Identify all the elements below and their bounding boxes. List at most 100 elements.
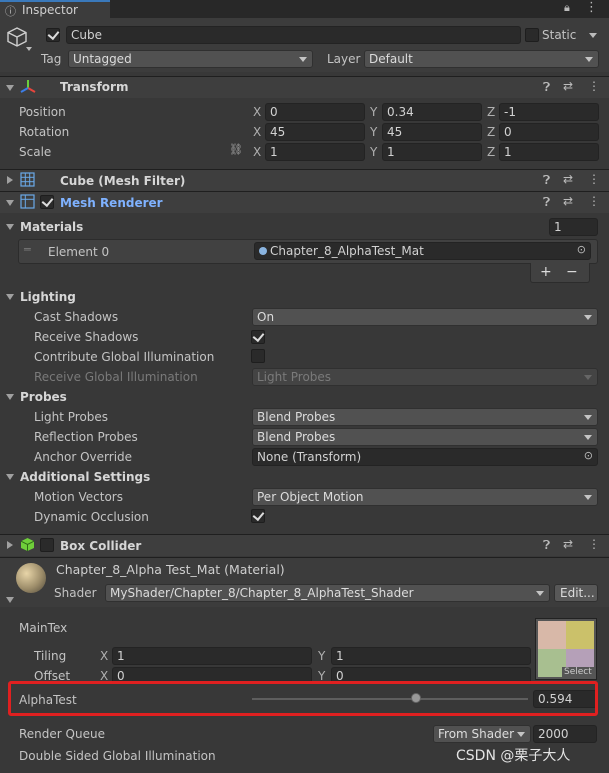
constrain-proportions-icon[interactable]: ⛓︎ xyxy=(229,143,243,156)
tiling-x-field[interactable]: 1 xyxy=(112,647,312,665)
chevron-down-icon xyxy=(517,732,525,737)
tiling-y-field[interactable]: 1 xyxy=(331,647,531,665)
transform-foldout-arrow[interactable] xyxy=(6,85,14,91)
materials-label: Materials xyxy=(20,220,84,234)
remove-element-button[interactable]: − xyxy=(566,265,578,279)
component-menu-icon[interactable]: ⋮ xyxy=(588,172,600,186)
more-options-icon[interactable]: ⋮ xyxy=(585,0,598,15)
mesh-filter-foldout-arrow[interactable] xyxy=(7,176,13,184)
drag-handle-icon[interactable]: ═ xyxy=(24,243,31,256)
component-menu-icon[interactable]: ⋮ xyxy=(588,537,600,551)
chevron-down-icon xyxy=(299,57,307,62)
motion-vectors-value: Per Object Motion xyxy=(257,490,364,504)
mesh-filter-icon xyxy=(20,172,35,187)
box-collider-enabled-checkbox[interactable] xyxy=(40,538,54,552)
tab-inspector[interactable]: ⓘ Inspector xyxy=(0,0,110,18)
element-0-label: Element 0 xyxy=(48,245,110,259)
material-icon xyxy=(259,247,267,255)
rotation-y-field[interactable]: 45 xyxy=(382,123,482,141)
position-x-field[interactable]: 0 xyxy=(265,103,365,121)
object-active-checkbox[interactable] xyxy=(46,28,60,42)
static-dropdown-arrow[interactable] xyxy=(589,33,597,38)
scale-y-field[interactable]: 1 xyxy=(382,143,482,161)
position-z-axis-label: Z xyxy=(487,105,496,119)
shader-edit-button[interactable]: Edit... xyxy=(554,584,598,602)
rotation-z-field[interactable]: 0 xyxy=(499,123,599,141)
render-queue-label: Render Queue xyxy=(19,727,105,741)
mesh-renderer-foldout-arrow[interactable] xyxy=(6,200,14,206)
box-collider-title: Box Collider xyxy=(60,539,142,553)
position-label: Position xyxy=(19,105,66,119)
chevron-down-icon xyxy=(536,591,544,596)
materials-count-field[interactable]: 1 xyxy=(549,218,598,236)
motion-vectors-dropdown[interactable]: Per Object Motion xyxy=(252,488,598,506)
light-probes-dropdown[interactable]: Blend Probes xyxy=(252,408,598,426)
presets-icon[interactable]: ⇄ xyxy=(563,172,573,186)
mesh-renderer-icon xyxy=(20,194,35,209)
tiling-x-axis-label: X xyxy=(100,649,109,663)
box-collider-foldout-arrow[interactable] xyxy=(7,541,13,549)
presets-icon[interactable]: ⇄ xyxy=(563,194,573,208)
materials-foldout-arrow[interactable] xyxy=(6,224,14,230)
material-title: Chapter_8_Alpha Test_Mat (Material) xyxy=(56,562,285,577)
object-picker-icon[interactable]: ⊙ xyxy=(577,243,586,257)
cube-object-icon xyxy=(7,27,27,47)
maintex-thumbnail[interactable]: Select xyxy=(535,618,597,680)
anchor-override-value: None (Transform) xyxy=(257,450,362,464)
texture-select-button[interactable]: Select xyxy=(562,667,594,678)
transform-icon xyxy=(20,80,36,93)
object-picker-icon[interactable]: ⊙ xyxy=(584,449,593,463)
element-0-field[interactable]: Chapter_8_AlphaTest_Mat ⊙ xyxy=(254,242,591,260)
component-menu-icon[interactable]: ⋮ xyxy=(588,79,600,93)
reflection-probes-value: Blend Probes xyxy=(257,430,336,444)
layer-label: Layer xyxy=(327,52,361,66)
additional-settings-foldout-arrow[interactable] xyxy=(6,474,14,480)
receive-shadows-label: Receive Shadows xyxy=(34,330,139,344)
reflection-probes-dropdown[interactable]: Blend Probes xyxy=(252,428,598,446)
render-queue-dropdown[interactable]: From Shader xyxy=(433,725,531,743)
rotation-x-axis-label: X xyxy=(253,125,262,139)
layer-dropdown[interactable]: Default xyxy=(364,50,599,68)
position-y-axis-label: Y xyxy=(370,105,378,119)
position-z-field[interactable]: -1 xyxy=(499,103,599,121)
help-icon[interactable]: ❓︎ xyxy=(543,80,550,95)
render-queue-value-field[interactable]: 2000 xyxy=(533,725,597,743)
chevron-down-icon xyxy=(584,375,592,380)
material-foldout-arrow[interactable] xyxy=(6,597,14,603)
receive-gi-value: Light Probes xyxy=(257,370,332,384)
anchor-override-field[interactable]: None (Transform) ⊙ xyxy=(252,448,598,466)
texture-quad-1 xyxy=(538,621,566,649)
position-y-field[interactable]: 0.34 xyxy=(382,103,482,121)
lighting-title: Lighting xyxy=(20,290,76,304)
contribute-gi-checkbox[interactable] xyxy=(251,349,265,363)
scale-z-field[interactable]: 1 xyxy=(499,143,599,161)
mesh-renderer-enabled-checkbox[interactable] xyxy=(40,195,54,209)
receive-shadows-checkbox[interactable] xyxy=(251,330,265,344)
object-name-field[interactable]: Cube xyxy=(66,26,521,44)
scale-x-field[interactable]: 1 xyxy=(265,143,365,161)
tab-title: Inspector xyxy=(22,3,78,17)
help-icon[interactable]: ❓︎ xyxy=(543,173,550,188)
probes-foldout-arrow[interactable] xyxy=(6,394,14,400)
scale-label: Scale xyxy=(19,145,52,159)
presets-icon[interactable]: ⇄ xyxy=(563,79,573,93)
object-icon-dropdown-arrow[interactable] xyxy=(26,47,32,51)
lighting-foldout-arrow[interactable] xyxy=(6,294,14,300)
tiling-label: Tiling xyxy=(34,649,67,663)
presets-icon[interactable]: ⇄ xyxy=(563,537,573,551)
add-element-button[interactable]: + xyxy=(540,265,552,279)
component-menu-icon[interactable]: ⋮ xyxy=(588,194,600,208)
lock-icon[interactable]: 🔒︎ xyxy=(564,1,570,15)
shader-dropdown[interactable]: MyShader/Chapter_8/Chapter_8_AlphaTest_S… xyxy=(105,584,550,602)
help-icon[interactable]: ❓︎ xyxy=(543,195,550,210)
dynamic-occlusion-checkbox[interactable] xyxy=(251,509,265,523)
rotation-x-field[interactable]: 45 xyxy=(265,123,365,141)
tag-dropdown[interactable]: Untagged xyxy=(68,50,313,68)
static-checkbox[interactable] xyxy=(525,28,539,42)
receive-gi-label: Receive Global Illumination xyxy=(34,370,198,384)
cast-shadows-dropdown[interactable]: On xyxy=(252,308,598,326)
transform-title: Transform xyxy=(60,80,129,94)
chevron-down-icon xyxy=(584,415,592,420)
help-icon[interactable]: ❓︎ xyxy=(543,538,550,553)
material-preview-sphere xyxy=(16,563,46,593)
